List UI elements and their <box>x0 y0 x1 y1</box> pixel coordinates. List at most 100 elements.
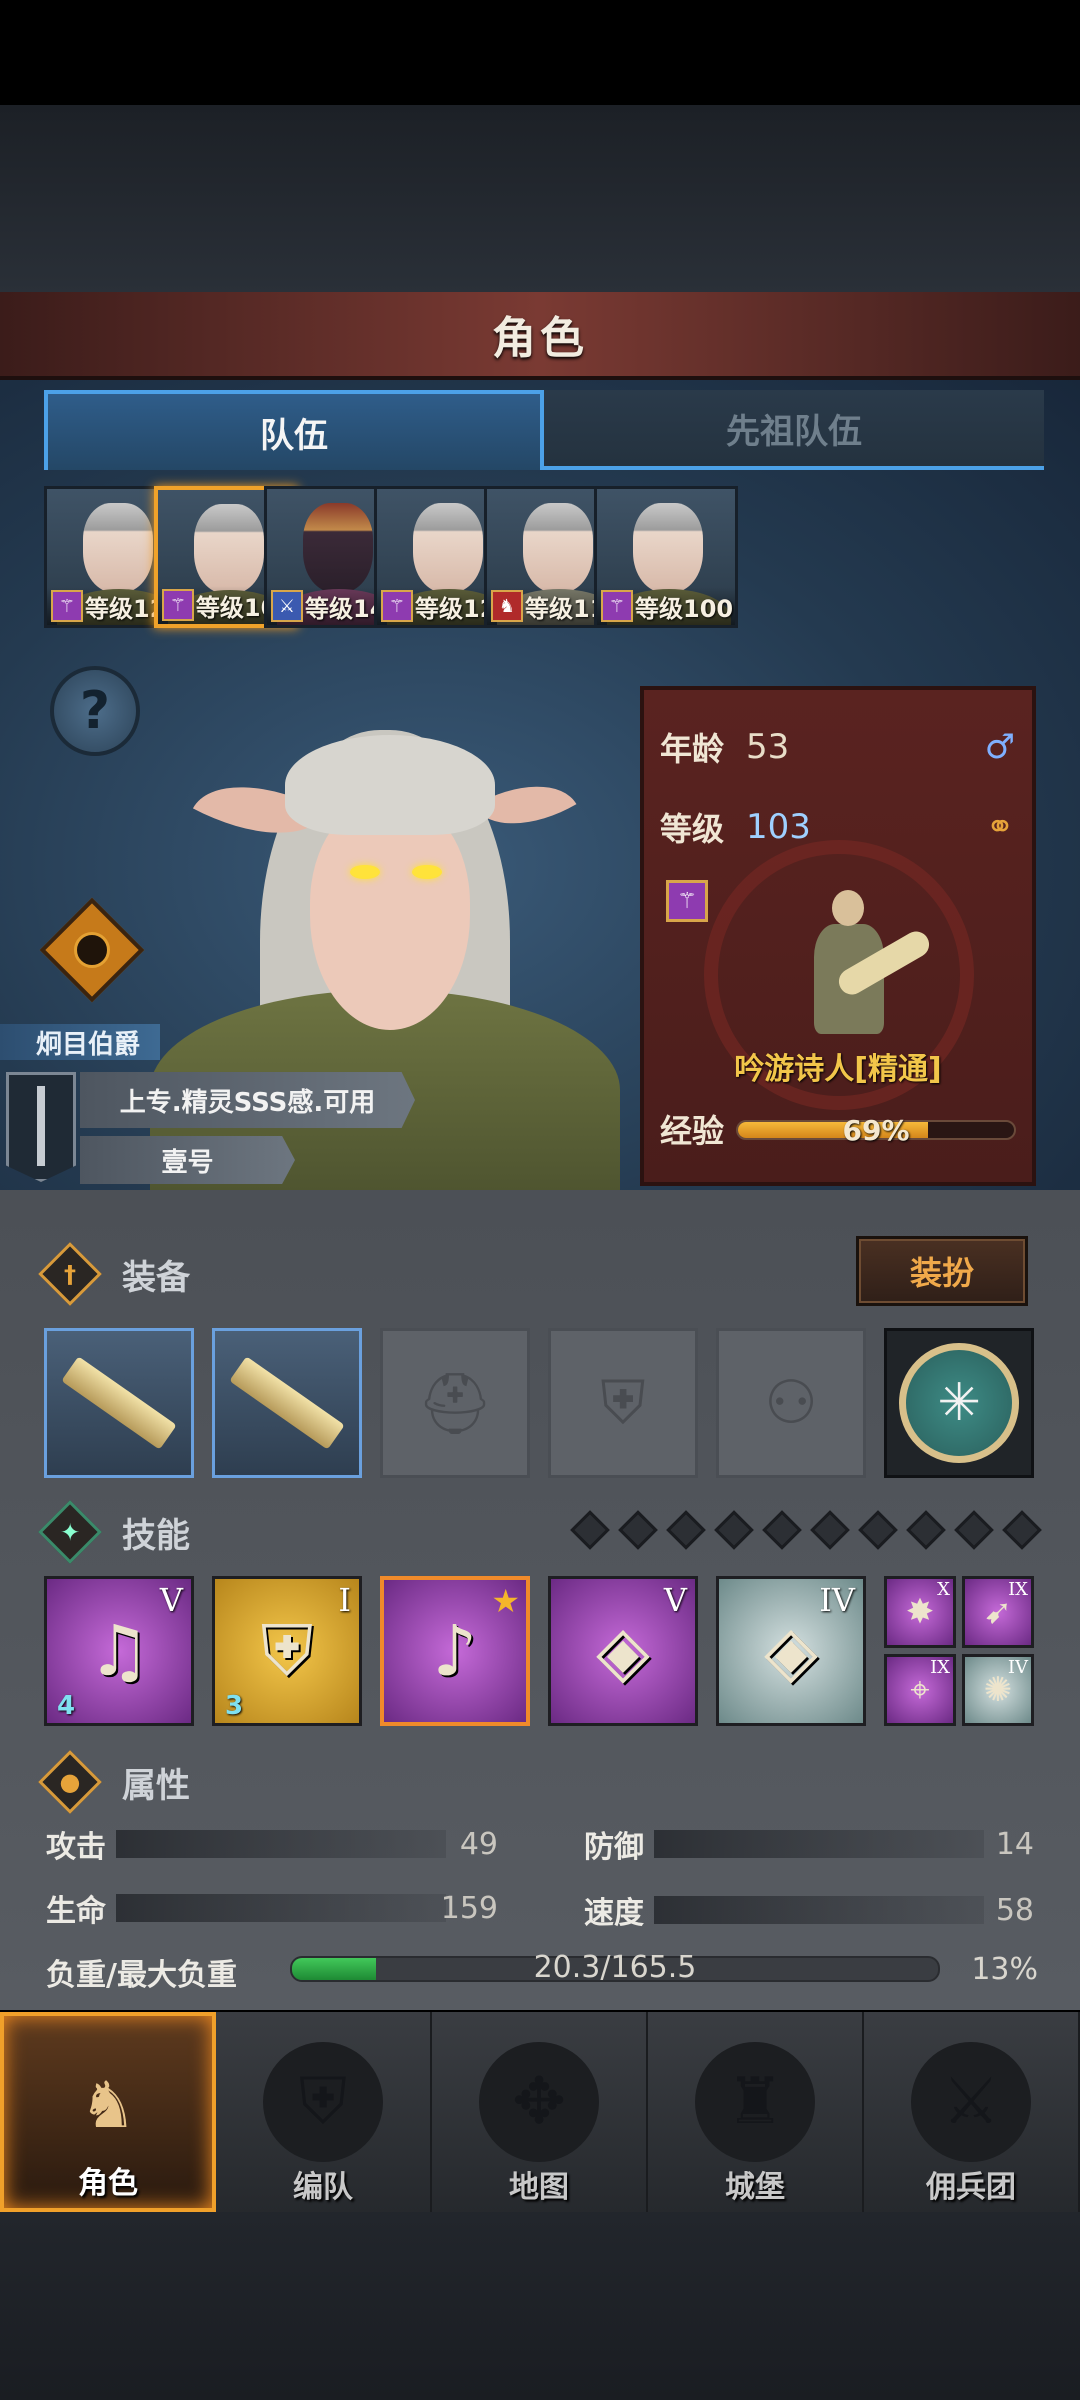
crystal-note-icon: ♪ <box>432 1610 478 1692</box>
page-title: 角色 <box>492 313 588 364</box>
speed-stat: 速度 58 <box>584 1888 1036 1932</box>
nav-label: 地图 <box>509 2170 569 2205</box>
hp-stat: 生命 159 <box>46 1886 506 1930</box>
star-icon: ✦ <box>38 1500 102 1564</box>
skill-rank: V <box>159 1581 183 1619</box>
staff-icon: ⚚ <box>381 590 413 622</box>
shield-buff-skill[interactable]: ⛨ I 3 <box>212 1576 362 1726</box>
team-tabs: 队伍 先祖队伍 <box>44 390 1044 470</box>
armor-icon: ⛨ <box>600 1368 646 1438</box>
age-value: 53 <box>746 727 790 767</box>
amulet-icon: ✳ <box>899 1343 1019 1463</box>
lute-weapon-icon <box>229 1356 345 1450</box>
shield-icon: ⛨ <box>260 1609 314 1692</box>
load-stat: 负重/最大负重 <box>46 1950 286 1994</box>
trait-panel: 上专.精灵SSS感.可用 壹号 <box>0 1062 420 1190</box>
skill-point-dot <box>1002 1510 1042 1550</box>
crystal-arm-skill[interactable]: ◈ V <box>548 1576 698 1726</box>
beast-icon: ♞ <box>491 590 523 622</box>
help-button[interactable]: ? <box>50 666 140 756</box>
portrait-face <box>83 503 153 593</box>
nav-map[interactable]: ✥ 地图 <box>432 2012 648 2212</box>
male-icon: ♂ <box>984 727 1016 767</box>
person-icon: ● <box>38 1750 102 1814</box>
nav-label: 城堡 <box>725 2170 785 2205</box>
attributes-header: ● 属性 <box>38 1750 1030 1814</box>
mercenary-icon: ⚔ <box>911 2042 1031 2162</box>
staff-icon: ⚚ <box>666 880 708 922</box>
staff-icon: ⚚ <box>51 590 83 622</box>
hp-value: 159 <box>440 1890 498 1926</box>
skill-point-dot <box>570 1510 610 1550</box>
team-member-6[interactable]: ⚚ 等级100 <box>594 486 738 628</box>
question-icon: ? <box>79 681 111 741</box>
helmet-slot[interactable]: ⛑ <box>380 1328 530 1478</box>
defense-label: 防御 <box>584 1830 644 1865</box>
spear-skill[interactable]: ➹ IX <box>962 1576 1034 1648</box>
portrait-face <box>303 503 373 593</box>
staff-icon: ⚚ <box>162 589 194 621</box>
dress-up-button[interactable]: 装扮 <box>856 1236 1028 1306</box>
skill-point-dot <box>858 1510 898 1550</box>
crystal-note-skill[interactable]: ♪ ★ <box>380 1576 530 1726</box>
potion-button[interactable] <box>39 897 145 1003</box>
star-icon: ★ <box>491 1582 520 1620</box>
amulet-slot[interactable]: ✳ <box>884 1328 1034 1478</box>
defense-value: 14 <box>995 1826 1034 1862</box>
portrait-face <box>523 503 593 593</box>
tab-team[interactable]: 队伍 <box>44 390 544 470</box>
defense-stat: 防御 14 <box>584 1822 1036 1866</box>
speed-label: 速度 <box>584 1896 644 1931</box>
system-nav-area <box>0 2212 1080 2400</box>
level-value: 103 <box>746 807 811 847</box>
nav-character[interactable]: ♞ 角色 <box>0 2012 216 2212</box>
skill-point-dot <box>618 1510 658 1550</box>
castle-icon: ♜ <box>695 2042 815 2162</box>
skills-title: 技能 <box>122 1515 190 1556</box>
trait-label[interactable]: 上专.精灵SSS感.可用 <box>80 1072 415 1128</box>
age-label: 年龄 <box>660 730 725 768</box>
armor-slot[interactable]: ⛨ <box>548 1328 698 1478</box>
nav-formation[interactable]: ⛨ 编队 <box>216 2012 432 2212</box>
skill-point-dot <box>906 1510 946 1550</box>
boots-slot[interactable]: ⚇ <box>716 1328 866 1478</box>
speed-value: 58 <box>995 1892 1034 1928</box>
status-bar-area <box>0 0 1080 105</box>
skill-point-dot <box>954 1510 994 1550</box>
weapon-off-slot[interactable] <box>212 1328 362 1478</box>
bard-figure <box>794 890 934 1050</box>
character-title: 炯目伯爵 <box>0 1024 160 1060</box>
member-level: 等级100 <box>635 594 734 623</box>
skill-slots: ♫ V 4 ⛨ I 3 ♪ ★ ◈ V ◈ IV ✸ X ➹ IX ⌖ IX ✺ IV <box>44 1576 1034 1728</box>
staff-icon: ⚚ <box>601 590 633 622</box>
bottom-nav: ♞ 角色 ⛨ 编队 ✥ 地图 ♜ 城堡 ⚔ 佣兵团 <box>0 2012 1080 2212</box>
tab-ancestor-team[interactable]: 先祖队伍 <box>544 390 1044 470</box>
skill-point-dot <box>810 1510 850 1550</box>
exp-label: 经验 <box>660 1112 725 1150</box>
attributes-title: 属性 <box>122 1765 190 1806</box>
rings-icon[interactable]: ⚭ <box>980 807 1020 847</box>
crystal-arm-icon: ◈ <box>764 1610 818 1692</box>
nav-castle[interactable]: ♜ 城堡 <box>648 2012 864 2212</box>
explosion-skill[interactable]: ✺ IV <box>962 1654 1034 1726</box>
burst-icon: ✸ <box>905 1592 935 1632</box>
crystal-arm-icon: ◈ <box>596 1610 650 1692</box>
page-header: 角色 <box>0 292 1080 380</box>
attack-label: 攻击 <box>46 1830 106 1865</box>
load-label: 负重/最大负重 <box>46 1958 237 1993</box>
load-value: 20.3/165.5 <box>533 1950 697 1985</box>
nav-mercenary[interactable]: ⚔ 佣兵团 <box>864 2012 1080 2212</box>
burst-skill[interactable]: ✸ X <box>884 1576 956 1648</box>
nav-label: 编队 <box>293 2170 353 2205</box>
target-skill[interactable]: ⌖ IX <box>884 1654 956 1726</box>
sword-icon: ⚔ <box>271 590 303 622</box>
trait-label-secondary[interactable]: 壹号 <box>80 1136 295 1184</box>
crystal-arm-silver-skill[interactable]: ◈ IV <box>716 1576 866 1726</box>
load-percent: 13% <box>971 1952 1038 1987</box>
nav-label: 角色 <box>78 2166 138 2201</box>
music-note-skill[interactable]: ♫ V 4 <box>44 1576 194 1726</box>
weapon-main-slot[interactable] <box>44 1328 194 1478</box>
skill-rank: IV <box>819 1581 855 1619</box>
skill-point-dot <box>762 1510 802 1550</box>
music-note-icon: ♫ <box>87 1610 151 1692</box>
